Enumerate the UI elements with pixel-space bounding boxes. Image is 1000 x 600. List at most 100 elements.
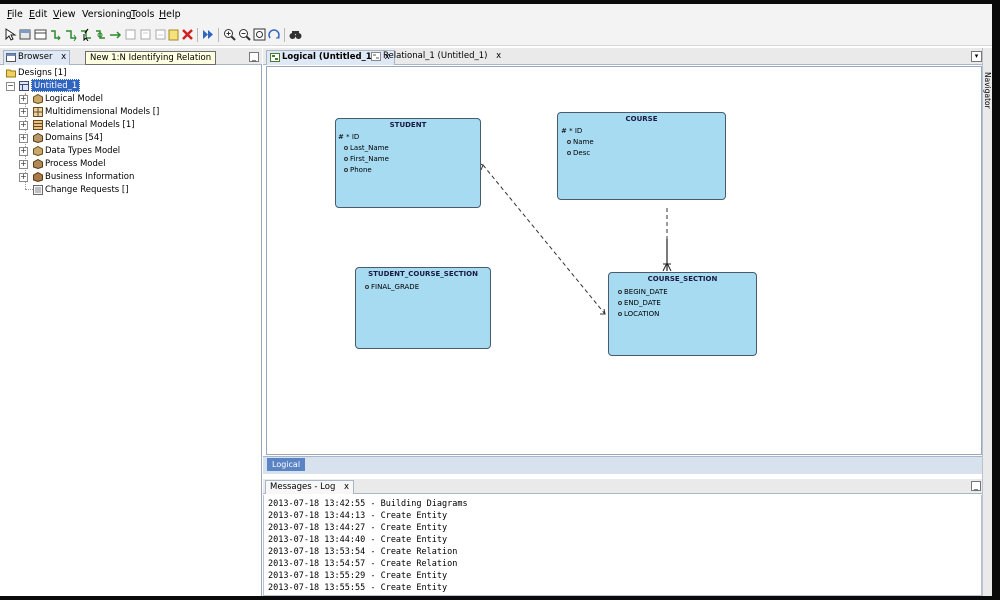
log-line: 2013-07-18 13:53:54 - Create Relation bbox=[268, 547, 458, 557]
domains-icon bbox=[33, 133, 43, 143]
tree-item-relational-models[interactable]: Relational Models [1] bbox=[45, 119, 135, 131]
tree-expand-icon[interactable]: + bbox=[19, 160, 28, 169]
entity-student-course-section-attr-final-grade: FINAL_GRADE bbox=[365, 283, 419, 292]
navigator-tab-label: Navigator bbox=[983, 72, 992, 109]
entity-course-title: COURSE bbox=[625, 115, 658, 123]
messages-log-tab[interactable]: Messages - Log x bbox=[265, 480, 355, 494]
browser-icon bbox=[6, 53, 16, 62]
entity-student-course-section[interactable]: STUDENT_COURSE_SECTION FINAL_GRADE bbox=[355, 267, 491, 349]
layout-icon[interactable] bbox=[268, 28, 281, 41]
tree-design-untitled[interactable]: Untitled_1 bbox=[31, 79, 81, 92]
new-entity-icon[interactable] bbox=[19, 28, 32, 41]
tree-item-change-requests[interactable]: Change Requests [] bbox=[45, 184, 129, 196]
log-line: 2013-07-18 13:55:29 - Create Entity bbox=[268, 571, 448, 581]
browser-minimize-button[interactable]: _ bbox=[249, 52, 259, 62]
tab-logical-label: Logical (Untitled_1) bbox=[282, 52, 376, 62]
entity-student-attr-first-name: First_Name bbox=[344, 155, 389, 164]
new-note-icon[interactable] bbox=[124, 28, 137, 41]
entity-course-section-attr-end-date: END_DATE bbox=[618, 299, 661, 308]
menu-file[interactable]: File bbox=[7, 9, 23, 20]
tab-logical-diagram[interactable]: Logical bbox=[267, 458, 306, 471]
new-note2-icon[interactable] bbox=[139, 28, 152, 41]
window-frame-right bbox=[992, 0, 1000, 600]
tree-expand-icon[interactable]: + bbox=[19, 95, 28, 104]
messages-tab-bar bbox=[263, 479, 982, 494]
entity-student-title: STUDENT bbox=[389, 121, 427, 129]
tab-relational-close-icon[interactable]: x bbox=[496, 51, 501, 61]
delete-icon[interactable] bbox=[181, 28, 194, 41]
messages-log-close-icon[interactable]: x bbox=[344, 482, 349, 492]
tab-relational-label: Relational_1 (Untitled_1) bbox=[383, 51, 488, 61]
window-frame-bottom bbox=[0, 596, 1000, 600]
toolbar-separator bbox=[218, 28, 219, 42]
engineer-icon[interactable] bbox=[202, 28, 215, 41]
entity-course-section[interactable]: COURSE_SECTION BEGIN_DATE END_DATE LOCAT… bbox=[608, 272, 757, 356]
tree-expand-icon[interactable]: + bbox=[19, 147, 28, 156]
diagram-icon bbox=[371, 52, 381, 61]
new-note3-icon[interactable] bbox=[154, 28, 167, 41]
new-1n-identifying-relation-icon[interactable] bbox=[79, 28, 92, 41]
log-line: 2013-07-18 13:42:55 - Building Diagrams bbox=[268, 499, 468, 509]
business-info-icon bbox=[33, 172, 43, 182]
tree-item-domains[interactable]: Domains [54] bbox=[45, 132, 103, 144]
tree-item-business-information[interactable]: Business Information bbox=[45, 171, 134, 183]
new-arc-icon[interactable] bbox=[94, 28, 107, 41]
toolbar bbox=[0, 24, 992, 46]
entity-student-attr-last-name: Last_Name bbox=[344, 144, 389, 153]
design-icon bbox=[19, 81, 29, 91]
new-1n-relation-icon[interactable] bbox=[64, 28, 77, 41]
new-folder-icon[interactable] bbox=[167, 28, 180, 41]
new-view-icon[interactable] bbox=[34, 28, 47, 41]
log-line: 2013-07-18 13:44:40 - Create Entity bbox=[268, 535, 448, 545]
browser-tree-panel: Designs [1] − Untitled_1 + Logical Model… bbox=[0, 65, 262, 596]
diagram-icon bbox=[270, 53, 280, 62]
log-line: 2013-07-18 13:44:27 - Create Entity bbox=[268, 523, 448, 533]
editor-tab-list-button[interactable]: ▾ bbox=[971, 51, 982, 62]
tree-item-data-types-model[interactable]: Data Types Model bbox=[45, 145, 120, 157]
tree-expand-icon[interactable]: + bbox=[19, 173, 28, 182]
log-line: 2013-07-18 13:54:57 - Create Relation bbox=[268, 559, 458, 569]
entity-student-attr-id: # * ID bbox=[338, 133, 360, 141]
menu-tools[interactable]: Tools bbox=[131, 9, 154, 20]
messages-log-panel[interactable]: 2013-07-18 13:42:55 - Building Diagrams … bbox=[263, 495, 982, 596]
change-requests-icon bbox=[33, 185, 43, 195]
tree-root-designs[interactable]: Designs [1] bbox=[18, 67, 67, 79]
tree-collapse-icon[interactable]: − bbox=[6, 82, 15, 91]
entity-course[interactable]: COURSE # * ID Name Desc bbox=[557, 112, 726, 200]
new-fk-icon[interactable] bbox=[109, 28, 122, 41]
tree-item-process-model[interactable]: Process Model bbox=[45, 158, 105, 170]
process-model-icon bbox=[33, 159, 43, 169]
tree-expand-icon[interactable]: + bbox=[19, 108, 28, 117]
tab-relational-untitled[interactable]: Relational_1 (Untitled_1) x bbox=[368, 50, 505, 65]
log-line: 2013-07-18 13:44:13 - Create Entity bbox=[268, 511, 448, 521]
browser-tab[interactable]: Browser x bbox=[3, 50, 71, 65]
menu-edit[interactable]: Edit bbox=[29, 9, 47, 20]
browser-tab-label: Browser bbox=[18, 52, 53, 62]
entity-student[interactable]: STUDENT # * ID Last_Name First_Name Phon… bbox=[335, 118, 481, 208]
menu-versioning[interactable]: Versioning bbox=[82, 9, 132, 20]
multidimensional-icon bbox=[33, 107, 43, 117]
select-icon[interactable] bbox=[4, 28, 17, 41]
zoom-in-icon[interactable] bbox=[223, 28, 236, 41]
messages-log-tab-label: Messages - Log bbox=[270, 482, 336, 492]
menu-bar: File Edit View Versioning Tools Help bbox=[0, 4, 992, 24]
menu-view[interactable]: View bbox=[53, 9, 76, 20]
tree-item-logical-model[interactable]: Logical Model bbox=[45, 93, 103, 105]
new-relation-icon[interactable] bbox=[49, 28, 62, 41]
fit-screen-icon[interactable] bbox=[253, 28, 266, 41]
tree-expand-icon[interactable]: + bbox=[19, 134, 28, 143]
find-icon[interactable] bbox=[289, 28, 302, 41]
entity-course-section-title: COURSE_SECTION bbox=[647, 275, 718, 283]
entity-course-attr-desc: Desc bbox=[567, 149, 590, 158]
toolbar-separator bbox=[197, 28, 198, 42]
messages-minimize-button[interactable]: _ bbox=[971, 481, 981, 491]
toolbar-separator bbox=[284, 28, 285, 42]
zoom-out-icon[interactable] bbox=[238, 28, 251, 41]
browser-tab-close-icon[interactable]: x bbox=[61, 52, 66, 62]
tree-item-multidimensional-models[interactable]: Multidimensional Models [] bbox=[45, 106, 159, 118]
menu-help[interactable]: Help bbox=[159, 9, 181, 20]
entity-course-attr-name: Name bbox=[567, 138, 594, 147]
tree-expand-icon[interactable]: + bbox=[19, 121, 28, 130]
entity-course-section-attr-begin-date: BEGIN_DATE bbox=[618, 288, 668, 297]
diagram-canvas[interactable]: STUDENT # * ID Last_Name First_Name Phon… bbox=[266, 66, 982, 455]
